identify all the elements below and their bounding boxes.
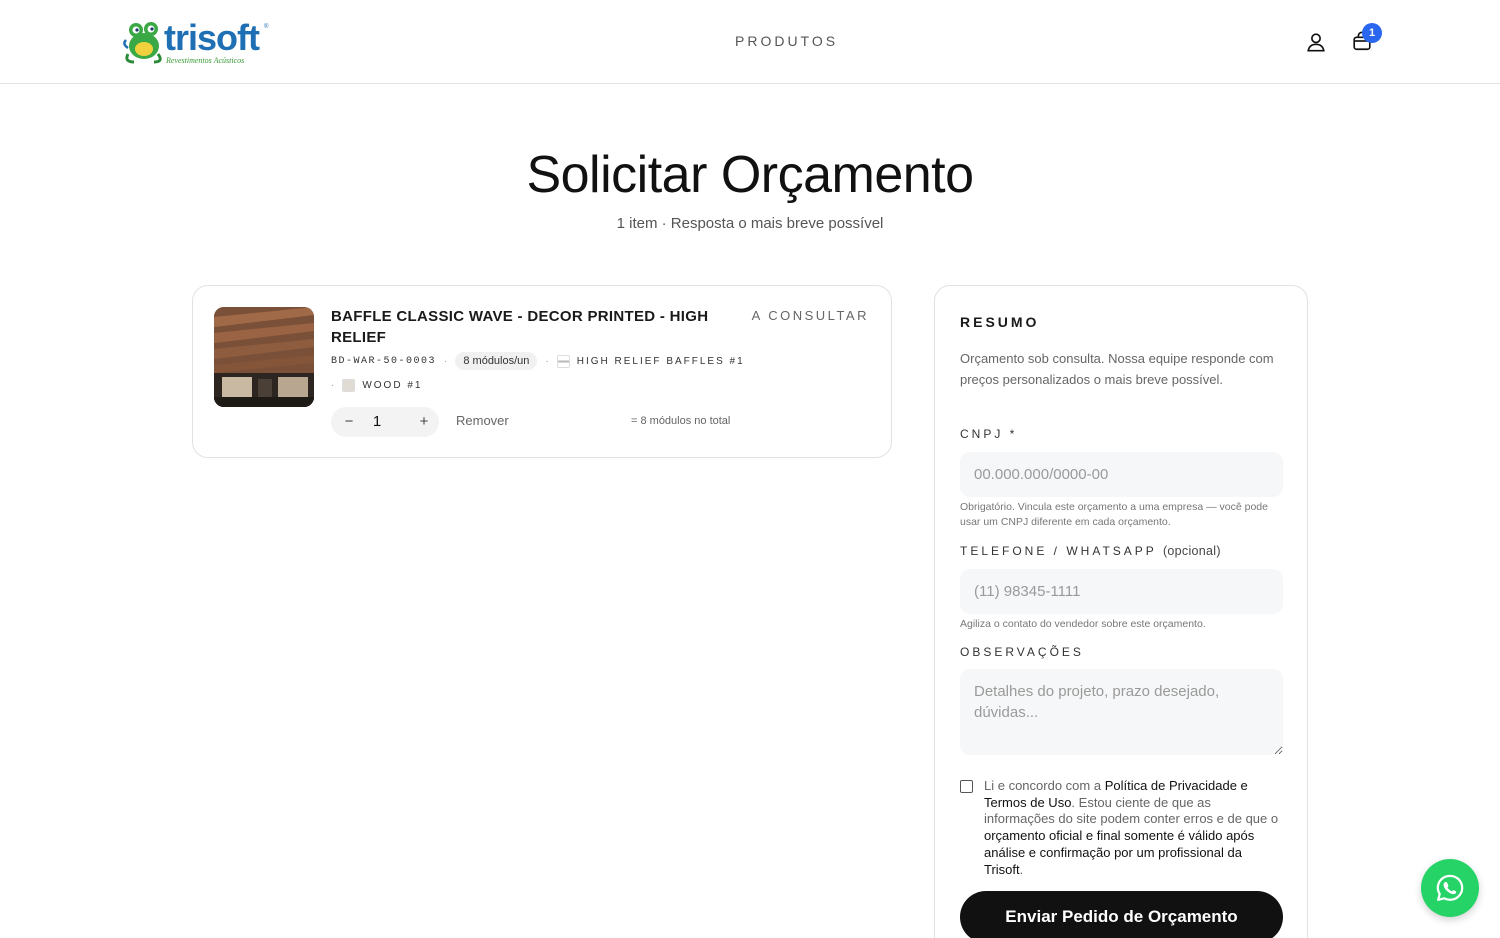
logo-registered: ® [264,24,269,30]
terms-consent-text: Li e concordo com a Política de Privacid… [984,778,1284,878]
summary-description: Orçamento sob consulta. Nossa equipe res… [960,351,1274,387]
notes-label: OBSERVAÇÕES [960,645,1084,659]
quantity-value[interactable]: 1 [367,412,387,432]
cart-count-badge: 1 [1362,23,1382,43]
cnpj-input[interactable] [960,452,1283,497]
product-meta: BD-WAR-50-0003 · 8 módulos/un · HIGH REL… [331,352,745,370]
summary-title: RESUMO [960,314,1040,330]
terms-checkbox[interactable] [960,780,973,793]
page-subtitle: 1 item · Resposta o mais breve possível [616,215,884,232]
trisoft-logo[interactable]: trisoft ® Revestimentos Acústicos [122,16,272,70]
logo-wordmark: trisoft [164,17,260,58]
consent-text-part3: . [1019,861,1024,877]
product-image [214,307,314,407]
variant-finish-swatch [342,379,356,392]
quantity-decrease-button[interactable]: − [339,411,359,433]
product-name[interactable]: BAFFLE CLASSIC WAVE - DECOR PRINTED - HI… [331,306,711,348]
logo-tagline: Revestimentos Acústicos [166,56,245,65]
frog-mascot-icon [123,22,162,64]
variant-model-swatch [556,354,570,368]
user-icon[interactable] [1305,31,1327,53]
product-meta-finish: · WOOD #1 [331,379,422,392]
phone-help: Agiliza o contato do vendedor sobre este… [960,618,1206,630]
nav-produtos-link[interactable]: PRODUTOS [735,33,838,49]
modules-per-unit-badge: 8 módulos/un [455,352,538,370]
phone-optional-note: (opcional) [1162,544,1221,558]
notes-textarea[interactable] [960,669,1283,755]
consent-emphasis: orçamento oficial e final somente é váli… [984,828,1255,877]
meta-separator: · [545,355,549,367]
submit-quote-button[interactable]: Enviar Pedido de Orçamento [960,891,1283,938]
meta-separator: · [331,380,335,391]
consent-text-part1: Li e concordo com a [984,778,1105,793]
page-title: Solicitar Orçamento [526,146,974,204]
cnpj-help: Obrigatório. Vincula este orçamento a um… [960,501,1268,528]
remove-item-button[interactable]: Remover [456,413,509,428]
variant-finish-label: WOOD #1 [362,380,423,391]
product-price: A CONSULTAR [751,308,869,323]
whatsapp-float-button[interactable] [1421,859,1479,917]
phone-label: TELEFONE / WHATSAPP (opcional) [960,544,1221,558]
cnpj-label: CNPJ * [960,427,1018,441]
quantity-increase-button[interactable]: + [414,411,434,433]
phone-label-text: TELEFONE / WHATSAPP [960,544,1157,558]
whatsapp-icon [1436,874,1464,901]
phone-input[interactable] [960,569,1283,614]
quantity-stepper: − 1 + [331,407,439,437]
product-sku: BD-WAR-50-0003 [331,355,437,367]
product-thumbnail[interactable] [214,307,314,407]
variant-model-label: HIGH RELIEF BAFFLES #1 [576,355,745,367]
quote-summary-panel: RESUMO Orçamento sob consulta. Nossa equ… [934,285,1308,938]
meta-separator: · [444,355,448,367]
site-header: trisoft ® Revestimentos Acústicos PRODUT… [0,0,1500,84]
total-modules: = 8 módulos no total [631,415,731,427]
cart-item-card: BAFFLE CLASSIC WAVE - DECOR PRINTED - HI… [192,285,892,458]
